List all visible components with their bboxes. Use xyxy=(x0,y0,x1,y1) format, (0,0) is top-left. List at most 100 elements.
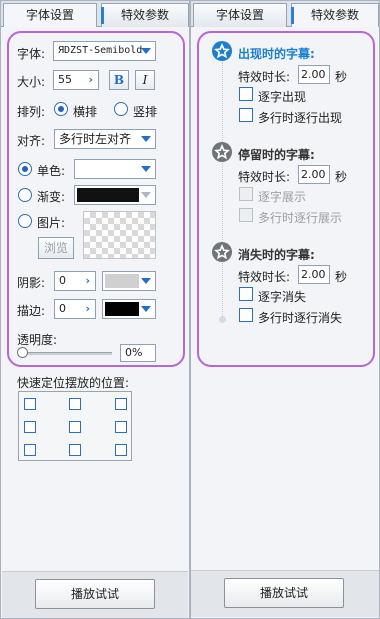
opacity-slider-track[interactable] xyxy=(20,352,112,355)
horizontal-radio[interactable] xyxy=(54,102,68,116)
vanish-star-icon xyxy=(212,242,232,262)
solid-color-radio[interactable] xyxy=(18,162,32,176)
align-label: 对齐: xyxy=(17,134,46,148)
opacity-input[interactable]: 0% xyxy=(120,344,156,362)
image-preview xyxy=(83,211,156,259)
vanish-line-label: 多行时逐行消失 xyxy=(258,311,343,325)
font-select[interactable]: ЯDZST-Semibold xyxy=(53,41,156,61)
appear-duration-input[interactable]: 2.00 xyxy=(298,65,330,84)
tab-label: 字体设置 xyxy=(215,8,264,22)
stroke-input[interactable]: 0 › xyxy=(54,299,96,319)
left-tab-bar: 字体设置 特效参数 xyxy=(1,1,189,27)
size-input[interactable]: 55 › xyxy=(53,70,99,90)
size-label: 大小: xyxy=(17,75,46,89)
vanish-char-label: 逐字消失 xyxy=(258,290,307,304)
italic-button[interactable]: I xyxy=(135,70,155,90)
tab-effect-params[interactable]: 特效参数 xyxy=(101,3,189,27)
appear-duration-label: 特效时长: xyxy=(238,70,291,84)
position-top-center[interactable] xyxy=(69,398,81,410)
opacity-label: 透明度: xyxy=(17,333,58,347)
timeline-connector xyxy=(222,62,223,320)
gradient-label: 渐变: xyxy=(37,190,66,204)
appear-unit: 秒 xyxy=(335,70,348,84)
appear-line-label: 多行时逐行出现 xyxy=(258,111,343,125)
stroke-color-swatch xyxy=(105,302,139,316)
align-value: 多行时左对齐 xyxy=(59,132,132,146)
vertical-radio[interactable] xyxy=(114,102,128,116)
shadow-value: 0 xyxy=(59,274,66,287)
timeline-end-dot xyxy=(219,316,226,323)
opacity-slider-handle[interactable] xyxy=(17,347,28,358)
chevron-right-icon[interactable]: › xyxy=(85,300,90,318)
position-top-left[interactable] xyxy=(24,398,36,410)
solid-color-label: 单色: xyxy=(37,164,66,178)
position-middle-left[interactable] xyxy=(24,421,36,433)
opacity-value: 0% xyxy=(125,346,143,359)
position-middle-center[interactable] xyxy=(69,421,81,433)
vanish-char-checkbox[interactable] xyxy=(239,287,253,301)
browse-button[interactable]: 浏览 xyxy=(38,237,74,259)
chevron-down-icon xyxy=(141,192,151,198)
tab-effect-params[interactable]: 特效参数 xyxy=(291,3,379,27)
position-bottom-center[interactable] xyxy=(69,444,81,456)
chevron-right-icon[interactable]: › xyxy=(85,272,90,290)
appear-duration-value: 2.00 xyxy=(301,68,326,81)
vanish-duration-value: 2.00 xyxy=(301,268,326,281)
image-radio[interactable] xyxy=(18,214,32,228)
bold-icon: B xyxy=(113,73,125,87)
layout-label: 排列: xyxy=(17,105,46,119)
tab-accent xyxy=(291,7,294,24)
position-label: 快速定位摆放的位置: xyxy=(17,376,130,390)
chevron-right-icon[interactable]: › xyxy=(88,71,93,89)
shadow-input[interactable]: 0 › xyxy=(54,271,96,291)
chevron-down-icon xyxy=(141,136,151,142)
stroke-color-picker[interactable] xyxy=(102,299,156,319)
bold-button[interactable]: B xyxy=(109,70,129,90)
position-middle-right[interactable] xyxy=(115,421,127,433)
vertical-label: 竖排 xyxy=(133,105,158,119)
position-bottom-left[interactable] xyxy=(24,444,36,456)
browse-label: 浏览 xyxy=(43,241,68,255)
position-top-right[interactable] xyxy=(115,398,127,410)
stay-char-label: 逐字展示 xyxy=(258,190,307,204)
tab-font-settings[interactable]: 字体设置 xyxy=(3,3,97,27)
vanish-title: 消失时的字幕: xyxy=(238,248,315,262)
stroke-label: 描边: xyxy=(17,304,46,318)
stay-line-label: 多行时逐行展示 xyxy=(258,211,343,225)
vanish-unit: 秒 xyxy=(335,270,348,284)
play-preview-button[interactable]: 播放试试 xyxy=(224,578,344,608)
tab-label: 特效参数 xyxy=(120,8,169,22)
tab-label: 字体设置 xyxy=(25,8,74,22)
gradient-picker[interactable] xyxy=(74,185,156,205)
stay-duration-value: 2.00 xyxy=(301,168,326,181)
play-preview-button[interactable]: 播放试试 xyxy=(35,579,155,609)
stay-title: 停留时的字幕: xyxy=(238,148,315,162)
solid-color-picker[interactable] xyxy=(74,159,156,179)
font-value: ЯDZST-Semibold xyxy=(58,45,143,56)
stay-duration-input[interactable]: 2.00 xyxy=(298,165,330,184)
stay-line-checkbox[interactable] xyxy=(239,208,253,222)
size-value: 55 xyxy=(58,73,72,86)
position-bottom-right[interactable] xyxy=(115,444,127,456)
horizontal-label: 横排 xyxy=(73,105,98,119)
tab-accent xyxy=(101,7,104,24)
align-select[interactable]: 多行时左对齐 xyxy=(54,129,156,149)
vanish-line-checkbox[interactable] xyxy=(239,308,253,322)
stay-char-checkbox[interactable] xyxy=(239,187,253,201)
chevron-down-icon xyxy=(141,166,151,172)
tab-label: 特效参数 xyxy=(310,8,359,22)
appear-line-checkbox[interactable] xyxy=(239,108,253,122)
tab-font-settings[interactable]: 字体设置 xyxy=(193,3,287,27)
gradient-radio[interactable] xyxy=(18,188,32,202)
chevron-down-icon xyxy=(141,278,151,284)
image-label: 图片: xyxy=(37,216,66,230)
vanish-duration-input[interactable]: 2.00 xyxy=(298,265,330,284)
chevron-down-icon xyxy=(141,306,151,312)
position-grid xyxy=(18,391,132,461)
chevron-down-icon xyxy=(141,48,151,54)
shadow-color-picker[interactable] xyxy=(102,271,156,291)
shadow-label: 阴影: xyxy=(17,276,46,290)
appear-char-label: 逐字出现 xyxy=(258,90,307,104)
appear-title: 出现时的字幕: xyxy=(238,47,315,61)
appear-char-checkbox[interactable] xyxy=(239,87,253,101)
